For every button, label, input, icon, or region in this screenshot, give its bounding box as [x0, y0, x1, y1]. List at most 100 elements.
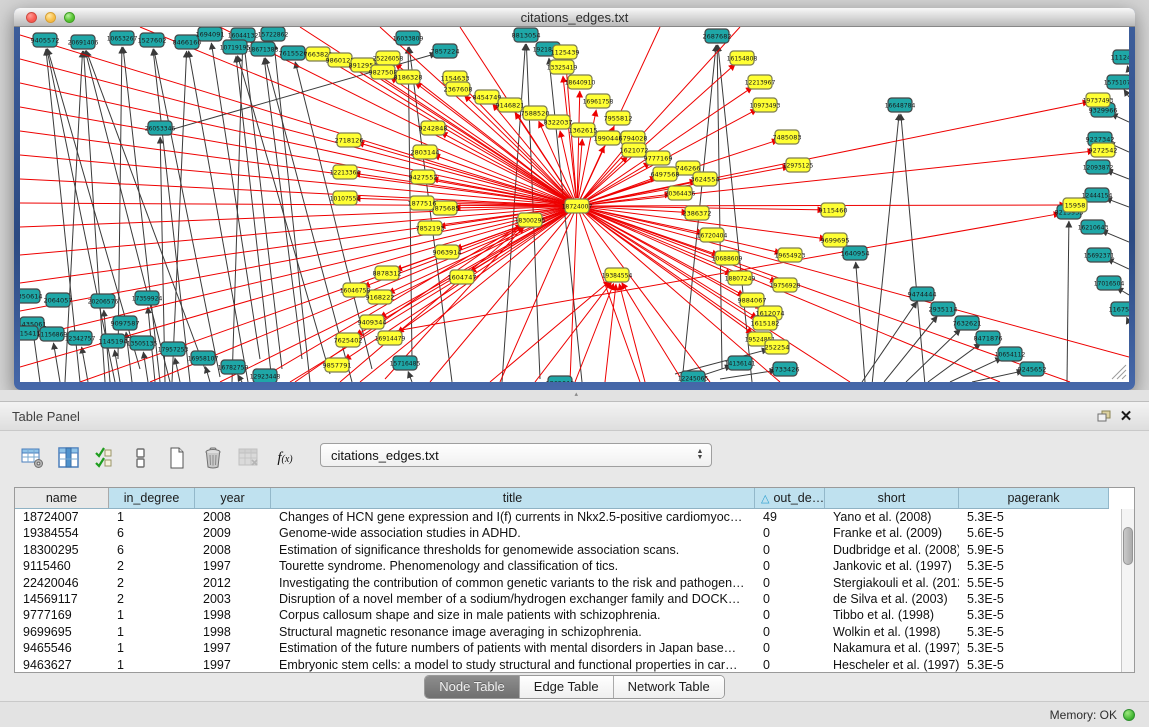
graph-node[interactable]: 9245652 — [1018, 362, 1047, 376]
graph-edge[interactable] — [570, 206, 577, 382]
table-row[interactable]: 1830029562008Estimation of significance … — [15, 542, 1109, 558]
graph-edge[interactable] — [118, 47, 122, 359]
graph-edge[interactable] — [143, 352, 148, 382]
graph-node[interactable]: 2803144 — [411, 145, 440, 159]
graph-node[interactable]: 7852193 — [416, 221, 445, 235]
graph-node[interactable]: 13505135 — [127, 336, 158, 350]
graph-node[interactable]: 16648784 — [885, 98, 916, 112]
select-column-icon[interactable] — [54, 443, 84, 473]
tab-network-table[interactable]: Network Table — [614, 676, 724, 698]
table-row[interactable]: 946554611997Estimation of the future num… — [15, 640, 1109, 656]
graph-node[interactable]: 12975125 — [783, 158, 814, 172]
graph-node[interactable]: 12923448 — [250, 369, 281, 382]
minimize-window-icon[interactable] — [45, 12, 56, 23]
graph-node[interactable]: 11156869 — [37, 327, 68, 341]
column-header-title[interactable]: title — [271, 488, 755, 508]
graph-node[interactable]: 2935114 — [929, 302, 958, 316]
graph-node[interactable]: 25226058 — [373, 51, 404, 65]
column-header-year[interactable]: year — [195, 488, 271, 508]
function-builder-icon[interactable]: f(x) — [270, 443, 300, 473]
graph-node[interactable]: 10107554 — [330, 191, 361, 205]
table-vertical-scrollbar[interactable] — [1121, 509, 1134, 672]
graph-node[interactable]: 19737493 — [1083, 93, 1114, 107]
graph-node[interactable]: 1615182 — [751, 316, 780, 330]
graph-node[interactable]: 19384554 — [602, 268, 633, 282]
graph-node[interactable]: 14136141 — [725, 356, 756, 370]
graph-edge[interactable] — [206, 367, 210, 382]
graph-node[interactable]: 1877516 — [408, 196, 437, 210]
network-canvas[interactable]: 9405572206914061065326715276028466160169… — [20, 27, 1129, 382]
graph-node[interactable]: 9427552 — [409, 170, 438, 184]
graph-node[interactable]: 9272542 — [1089, 143, 1118, 157]
table-row[interactable]: 946362711997Embryonic stem cells: a mode… — [15, 657, 1109, 673]
column-header-in_degree[interactable]: in_degree — [109, 488, 195, 508]
graph-node[interactable]: 8813054 — [512, 28, 541, 42]
graph-node[interactable]: 10719195 — [220, 40, 251, 54]
graph-node[interactable]: 7857224 — [431, 44, 460, 58]
graph-edge[interactable] — [238, 375, 242, 382]
graph-edge[interactable] — [577, 206, 640, 382]
delete-trash-icon[interactable] — [198, 443, 228, 473]
graph-edge[interactable] — [1127, 317, 1129, 323]
select-all-icon[interactable] — [90, 443, 120, 473]
graph-node[interactable]: 9474444 — [908, 287, 937, 301]
graph-node[interactable]: 15716485 — [390, 356, 421, 370]
graph-node[interactable]: 1350614 — [20, 289, 42, 303]
graph-edge[interactable] — [244, 44, 282, 369]
graph-node[interactable]: 252254 — [765, 340, 790, 354]
graph-node[interactable]: 7632621 — [953, 316, 982, 330]
graph-edge[interactable] — [20, 206, 577, 227]
graph-node[interactable]: 10688609 — [712, 251, 743, 265]
graph-edge[interactable] — [950, 358, 1002, 382]
table-row[interactable]: 969969511998Structural magnetic resonanc… — [15, 624, 1109, 640]
graph-node[interactable]: 2386372 — [683, 206, 712, 220]
column-header-out_degree[interactable]: △out_de… — [755, 488, 825, 508]
graph-node[interactable]: 16958107 — [188, 351, 219, 365]
graph-edge[interactable] — [1124, 89, 1129, 97]
graph-node[interactable]: 7485083 — [773, 130, 802, 144]
graph-edge[interactable] — [189, 51, 248, 382]
graph-edge[interactable] — [872, 114, 899, 382]
table-row[interactable]: 1872400712008Changes of HCN gene express… — [15, 509, 1109, 525]
graph-node[interactable]: 12213364 — [330, 165, 361, 179]
graph-edge[interactable] — [20, 59, 577, 206]
graph-edge[interactable] — [140, 27, 577, 206]
graph-node[interactable]: 18807249 — [725, 271, 756, 285]
graph-node[interactable]: 12093872 — [1083, 160, 1114, 174]
graph-node[interactable]: 1604747 — [448, 270, 477, 284]
graph-node[interactable]: 16961758 — [583, 94, 614, 108]
graph-edge[interactable] — [1101, 230, 1129, 242]
graph-node[interactable]: 1125439 — [551, 45, 580, 59]
graph-node[interactable]: 19756928 — [770, 278, 801, 292]
tab-edge-table[interactable]: Edge Table — [520, 676, 614, 698]
graph-node[interactable]: 6497568 — [651, 167, 680, 181]
graph-node[interactable]: 9115460 — [819, 203, 848, 217]
table-row[interactable]: 1938455462009Genome-wide association stu… — [15, 525, 1109, 541]
graph-edge[interactable] — [20, 206, 577, 339]
graph-node[interactable]: 9063914 — [433, 245, 462, 259]
close-window-icon[interactable] — [26, 12, 37, 23]
graph-edge[interactable] — [862, 301, 917, 382]
unselect-all-icon[interactable] — [126, 443, 156, 473]
graph-node[interactable]: 19654923 — [775, 248, 806, 262]
graph-node[interactable]: 10653267 — [107, 31, 138, 45]
graph-node[interactable]: 2367608 — [444, 82, 473, 96]
graph-node[interactable]: 16782759 — [218, 360, 249, 374]
graph-edge[interactable] — [718, 45, 752, 382]
column-header-pagerank[interactable]: pagerank — [959, 488, 1109, 508]
graph-edge[interactable] — [82, 347, 88, 382]
graph-node[interactable]: 16046758 — [340, 283, 371, 297]
graph-node[interactable]: 10973493 — [750, 98, 781, 112]
graph-edge[interactable] — [619, 284, 645, 382]
graph-node[interactable]: 8471876 — [974, 331, 1003, 345]
graph-node[interactable]: 18671388 — [248, 42, 279, 56]
graph-edge[interactable] — [264, 58, 302, 359]
column-header-name[interactable]: name — [15, 488, 109, 508]
graph-edge[interactable] — [53, 343, 60, 382]
table-settings-icon[interactable] — [18, 443, 48, 473]
graph-node[interactable]: 9097587 — [111, 316, 140, 330]
graph-node[interactable]: 20691406 — [68, 35, 99, 49]
table-selector-dropdown[interactable]: citations_edges.txt ▲▼ — [320, 443, 712, 467]
graph-node[interactable]: 9857791 — [323, 358, 352, 372]
graph-node[interactable]: 1167533 — [1109, 302, 1129, 316]
